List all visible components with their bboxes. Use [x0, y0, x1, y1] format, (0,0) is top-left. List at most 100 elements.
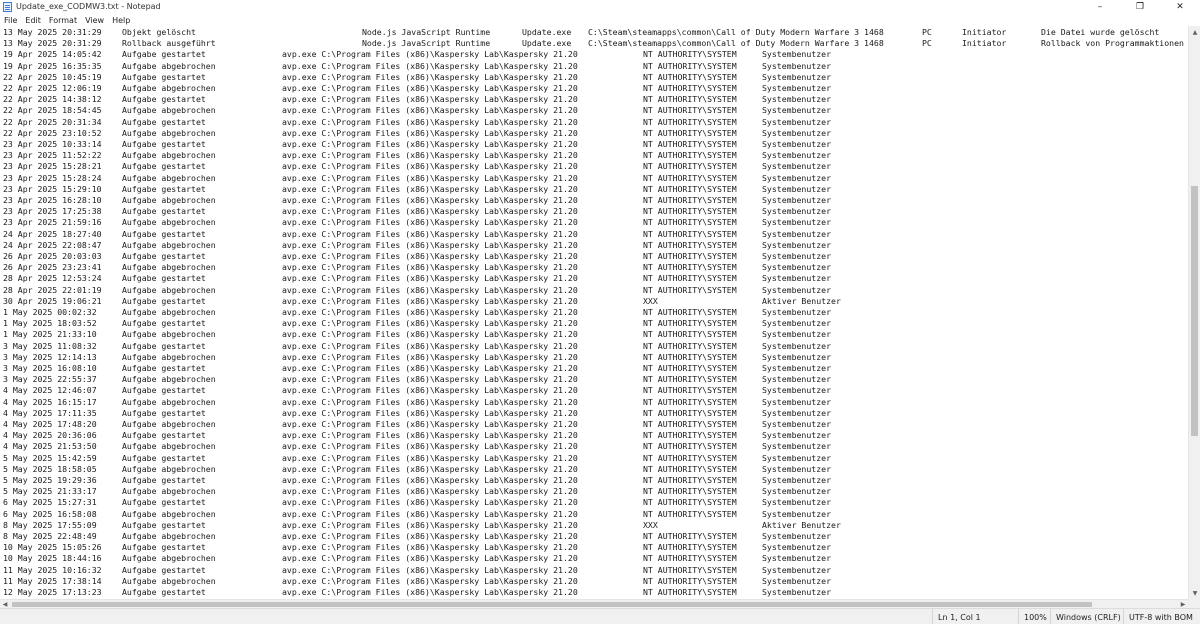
- log-process: avp.exe C:\Program Files (x86)\Kaspersky…: [282, 531, 578, 541]
- text-line: 6 May 2025 16:58:08 Aufgabe abgebrochen av…: [0, 509, 1188, 520]
- vertical-scroll-thumb[interactable]: [1191, 186, 1198, 436]
- log-date: 26 Apr 2025 20:03:03: [3, 251, 102, 261]
- menu-help[interactable]: Help: [108, 16, 134, 25]
- log-date: 13 May 2025 20:31:29: [3, 27, 102, 37]
- text-line: 23 Apr 2025 17:25:38 Aufgabe gestartet avp…: [0, 206, 1188, 217]
- log-user-type: Systembenutzer: [762, 83, 832, 93]
- log-process: avp.exe C:\Program Files (x86)\Kaspersky…: [282, 251, 578, 261]
- log-action: Aufgabe abgebrochen: [122, 284, 216, 295]
- log-action: Aufgabe abgebrochen: [122, 441, 216, 452]
- log-user: NT AUTHORITY\SYSTEM: [643, 228, 737, 239]
- menu-file[interactable]: File: [0, 16, 21, 25]
- minimize-button[interactable]: –: [1080, 0, 1120, 13]
- log-process: avp.exe C:\Program Files (x86)\Kaspersky…: [282, 195, 578, 205]
- log-date: 5 May 2025 18:58:05: [3, 463, 97, 474]
- log-action: Aufgabe abgebrochen: [122, 575, 216, 586]
- log-user: NT AUTHORITY\SYSTEM: [643, 542, 737, 553]
- log-process: avp.exe C:\Program Files (x86)\Kaspersky…: [282, 385, 578, 396]
- log-user: XXX: [643, 295, 658, 306]
- log-user: NT AUTHORITY\SYSTEM: [643, 497, 737, 508]
- log-user-type: Systembenutzer: [762, 49, 832, 60]
- menu-view[interactable]: View: [81, 16, 108, 25]
- log-user-type: Systembenutzer: [762, 452, 832, 463]
- log-process: avp.exe C:\Program Files (x86)\Kaspersky…: [282, 363, 578, 373]
- log-action: Aufgabe abgebrochen: [122, 150, 216, 161]
- log-date: 26 Apr 2025 23:23:41: [3, 262, 102, 273]
- log-process: avp.exe C:\Program Files (x86)\Kaspersky…: [282, 307, 578, 317]
- log-process: avp.exe C:\Program Files (x86)\Kaspersky…: [282, 587, 578, 597]
- vertical-scrollbar[interactable]: ▲ ▼: [1188, 26, 1200, 599]
- log-action: Aufgabe abgebrochen: [122, 60, 216, 71]
- log-action: Aufgabe abgebrochen: [122, 262, 216, 273]
- log-user-type: Systembenutzer: [762, 587, 832, 597]
- log-user: NT AUTHORITY\SYSTEM: [643, 49, 737, 60]
- log-user: NT AUTHORITY\SYSTEM: [643, 340, 737, 351]
- log-user: NT AUTHORITY\SYSTEM: [643, 564, 737, 575]
- text-line: 3 May 2025 22:55:37 Aufgabe abgebrochen av…: [0, 374, 1188, 385]
- log-user-type: Systembenutzer: [762, 217, 832, 228]
- status-bar: Ln 1, Col 1 100% Windows (CRLF) UTF-8 wi…: [0, 608, 1200, 624]
- title-bar: Update_exe_CODMW3.txt - Notepad – ❐ ✕: [0, 0, 1200, 13]
- log-user-type: Systembenutzer: [762, 340, 832, 351]
- log-action: Aufgabe gestartet: [122, 49, 206, 60]
- log-process: avp.exe C:\Program Files (x86)\Kaspersky…: [282, 94, 578, 105]
- log-process: avp.exe C:\Program Files (x86)\Kaspersky…: [282, 542, 578, 553]
- text-line: 4 May 2025 12:46:07 Aufgabe gestartet avp.…: [0, 385, 1188, 396]
- log-process: avp.exe C:\Program Files (x86)\Kaspersky…: [282, 284, 578, 295]
- log-user: NT AUTHORITY\SYSTEM: [643, 486, 737, 497]
- log-user: NT AUTHORITY\SYSTEM: [643, 508, 737, 519]
- log-user-type: Systembenutzer: [762, 195, 832, 205]
- menu-bar: File Edit Format View Help: [0, 14, 1200, 26]
- log-date: 24 Apr 2025 18:27:40: [3, 228, 102, 239]
- menu-format[interactable]: Format: [45, 16, 81, 25]
- log-action: Aufgabe abgebrochen: [122, 239, 216, 250]
- log-date: 23 Apr 2025 21:59:16: [3, 217, 102, 228]
- log-user: NT AUTHORITY\SYSTEM: [643, 94, 737, 105]
- log-executable: Update.exe: [522, 27, 572, 37]
- scroll-up-arrow-icon[interactable]: ▲: [1189, 26, 1200, 38]
- text-line: 28 Apr 2025 22:01:19 Aufgabe abgebrochen a…: [0, 285, 1188, 296]
- log-process: avp.exe C:\Program Files (x86)\Kaspersky…: [282, 463, 578, 474]
- log-user: NT AUTHORITY\SYSTEM: [643, 575, 737, 586]
- maximize-button[interactable]: ❐: [1120, 0, 1160, 13]
- close-button[interactable]: ✕: [1160, 0, 1200, 13]
- text-editor[interactable]: 13 May 2025 20:31:29 Objekt gelöscht Node.…: [0, 26, 1188, 599]
- log-user-type: Systembenutzer: [762, 105, 832, 116]
- text-line: 22 Apr 2025 18:54:45 Aufgabe abgebrochen a…: [0, 105, 1188, 116]
- scroll-down-arrow-icon[interactable]: ▼: [1189, 587, 1200, 599]
- log-user-type: Systembenutzer: [762, 385, 832, 396]
- notepad-icon: [3, 1, 12, 12]
- log-user: NT AUTHORITY\SYSTEM: [643, 329, 737, 340]
- log-user: XXX: [643, 519, 658, 530]
- text-line: 12 May 2025 17:13:23 Aufgabe gestartet avp…: [0, 587, 1188, 598]
- log-action: Aufgabe gestartet: [122, 295, 206, 306]
- log-action: Aufgabe gestartet: [122, 407, 206, 418]
- log-action: Aufgabe abgebrochen: [122, 127, 216, 138]
- log-process: avp.exe C:\Program Files (x86)\Kaspersky…: [282, 60, 578, 71]
- log-user-type: Systembenutzer: [762, 284, 832, 295]
- log-user: NT AUTHORITY\SYSTEM: [643, 172, 737, 183]
- log-user: NT AUTHORITY\SYSTEM: [643, 273, 737, 284]
- text-line: 23 Apr 2025 16:28:10 Aufgabe abgebrochen a…: [0, 195, 1188, 206]
- log-user: NT AUTHORITY\SYSTEM: [643, 396, 737, 407]
- horizontal-scrollbar[interactable]: ◀ ▶: [0, 599, 1188, 608]
- log-user: NT AUTHORITY\SYSTEM: [643, 407, 737, 418]
- log-user-type: Systembenutzer: [762, 463, 832, 474]
- menu-edit[interactable]: Edit: [21, 16, 45, 25]
- log-date: 1 May 2025 21:33:10: [3, 329, 97, 340]
- text-line: 5 May 2025 18:58:05 Aufgabe abgebrochen av…: [0, 464, 1188, 475]
- log-user: NT AUTHORITY\SYSTEM: [643, 351, 737, 362]
- horizontal-scroll-thumb[interactable]: [12, 602, 1092, 607]
- log-user-type: Systembenutzer: [762, 475, 832, 485]
- log-date: 8 May 2025 17:55:09: [3, 519, 97, 530]
- text-line: 6 May 2025 15:27:31 Aufgabe gestartet avp.…: [0, 497, 1188, 508]
- log-date: 8 May 2025 22:48:49: [3, 531, 97, 541]
- log-action: Aufgabe gestartet: [122, 318, 206, 329]
- text-line: 23 Apr 2025 10:33:14 Aufgabe gestartet avp…: [0, 139, 1188, 150]
- text-line: 30 Apr 2025 19:06:21 Aufgabe gestartet avp…: [0, 296, 1188, 307]
- text-line: 4 May 2025 21:53:50 Aufgabe abgebrochen av…: [0, 441, 1188, 452]
- log-application: Node.js JavaScript Runtime: [362, 38, 491, 49]
- log-process: avp.exe C:\Program Files (x86)\Kaspersky…: [282, 441, 578, 452]
- text-line: 19 Apr 2025 16:35:35 Aufgabe abgebrochen a…: [0, 61, 1188, 72]
- log-user-type: Systembenutzer: [762, 206, 832, 217]
